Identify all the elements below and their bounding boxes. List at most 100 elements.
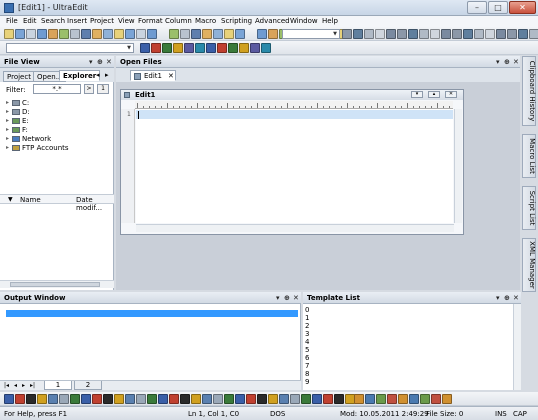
toolbar-button-icon[interactable] xyxy=(147,394,157,404)
toolbar-button-icon[interactable] xyxy=(140,43,150,53)
menu-view[interactable]: View xyxy=(118,17,135,25)
side-tab-xml[interactable]: XML Manager xyxy=(522,238,536,292)
toolbar-button-icon[interactable] xyxy=(217,43,227,53)
toolbar-button-icon[interactable] xyxy=(202,394,212,404)
pin-icon[interactable]: ⊕ xyxy=(284,294,290,302)
toolbar-button-icon[interactable] xyxy=(92,29,102,39)
toolbar-button-icon[interactable] xyxy=(70,394,80,404)
tab-explorer[interactable]: Explorer xyxy=(59,70,101,81)
toolbar-button-icon[interactable] xyxy=(419,29,429,39)
toolbar-button-icon[interactable] xyxy=(158,394,168,404)
toolbar-button-icon[interactable] xyxy=(409,394,419,404)
toolbar-button-icon[interactable] xyxy=(48,394,58,404)
toolbar-button-icon[interactable] xyxy=(257,394,267,404)
toolbar-button-icon[interactable] xyxy=(398,394,408,404)
toolbar-button-icon[interactable] xyxy=(4,29,14,39)
toolbar-button-icon[interactable] xyxy=(353,29,363,39)
menu-scripting[interactable]: Scripting xyxy=(221,17,252,25)
next-tab-icon[interactable]: ▸ xyxy=(22,382,25,389)
toolbar-button-icon[interactable] xyxy=(206,43,216,53)
scroll-thumb[interactable] xyxy=(10,282,100,287)
toolbar-button-icon[interactable] xyxy=(430,29,440,39)
toolbar-button-icon[interactable] xyxy=(173,43,183,53)
toolbar-button-icon[interactable] xyxy=(103,394,113,404)
close-icon[interactable]: ✕ xyxy=(513,294,519,302)
toolbar-button-icon[interactable] xyxy=(191,29,201,39)
file-list-hscroll[interactable] xyxy=(0,280,114,288)
toolbar-button-icon[interactable] xyxy=(169,29,179,39)
toolbar-button-icon[interactable] xyxy=(268,29,278,39)
toolbar-button-icon[interactable] xyxy=(59,29,69,39)
tab-project[interactable]: Project xyxy=(3,71,35,82)
toolbar-button-icon[interactable] xyxy=(496,29,506,39)
template-item[interactable]: 9 xyxy=(305,378,309,386)
toolbar-button-icon[interactable] xyxy=(354,394,364,404)
menu-format[interactable]: Format xyxy=(138,17,163,25)
toolbar-button-icon[interactable] xyxy=(70,29,80,39)
toolbar-button-icon[interactable] xyxy=(408,29,418,39)
template-item[interactable]: 0 xyxy=(305,306,309,314)
menu-window[interactable]: Window xyxy=(290,17,318,25)
toolbar-button-icon[interactable] xyxy=(184,43,194,53)
pin-icon[interactable]: ⊕ xyxy=(504,58,510,66)
editor-vscroll[interactable] xyxy=(454,109,462,223)
toolbar-combo-right[interactable]: ▼ xyxy=(282,29,340,39)
last-tab-icon[interactable]: ▸| xyxy=(30,382,35,389)
mdi-close-button[interactable]: ✕ xyxy=(445,91,457,98)
toolbar-button-icon[interactable] xyxy=(59,394,69,404)
menu-search[interactable]: Search xyxy=(41,17,65,25)
toolbar-button-icon[interactable] xyxy=(420,394,430,404)
editor-hscroll[interactable] xyxy=(136,224,454,232)
toolbar-button-icon[interactable] xyxy=(507,29,517,39)
menu-edit[interactable]: Edit xyxy=(23,17,37,25)
toolbar-button-icon[interactable] xyxy=(147,29,157,39)
toolbar-button-icon[interactable] xyxy=(474,29,484,39)
toolbar-button-icon[interactable] xyxy=(169,394,179,404)
minimize-button[interactable]: – xyxy=(467,1,487,14)
toolbar-button-icon[interactable] xyxy=(180,29,190,39)
template-vscroll[interactable] xyxy=(513,304,521,390)
output-tab-2[interactable]: 2 xyxy=(74,381,102,390)
panel-menu-icon[interactable]: ▾ xyxy=(496,294,500,302)
toolbar-button-icon[interactable] xyxy=(442,394,452,404)
template-item[interactable]: 4 xyxy=(305,338,309,346)
pin-icon[interactable]: ⊕ xyxy=(97,58,103,66)
template-item[interactable]: 5 xyxy=(305,346,309,354)
template-item[interactable]: 2 xyxy=(305,322,309,330)
template-item[interactable]: 8 xyxy=(305,370,309,378)
mdi-restore-button[interactable]: ▴ xyxy=(428,91,440,98)
toolbar-button-icon[interactable] xyxy=(92,394,102,404)
pin-icon[interactable]: ⊕ xyxy=(504,294,510,302)
toolbar-button-icon[interactable] xyxy=(250,43,260,53)
toolbar-button-icon[interactable] xyxy=(224,29,234,39)
tab-prev-icon[interactable]: ◂ xyxy=(96,71,100,79)
toolbar-button-icon[interactable] xyxy=(228,43,238,53)
toolbar-button-icon[interactable] xyxy=(125,29,135,39)
status-format[interactable]: DOS xyxy=(270,410,285,418)
toolbar-button-icon[interactable] xyxy=(114,394,124,404)
toolbar-button-icon[interactable] xyxy=(431,394,441,404)
template-item[interactable]: 1 xyxy=(305,314,309,322)
toolbar-button-icon[interactable] xyxy=(485,29,495,39)
toolbar-button-icon[interactable] xyxy=(261,43,271,53)
menu-column[interactable]: Column xyxy=(165,17,192,25)
close-tab-icon[interactable]: ✕ xyxy=(168,72,174,80)
toolbar-button-icon[interactable] xyxy=(37,29,47,39)
toolbar-button-icon[interactable] xyxy=(162,43,172,53)
toolbar-button-icon[interactable] xyxy=(312,394,322,404)
mdi-minimize-button[interactable]: ▾ xyxy=(411,91,423,98)
toolbar-button-icon[interactable] xyxy=(202,29,212,39)
toolbar-button-icon[interactable] xyxy=(15,394,25,404)
toolbar-button-icon[interactable] xyxy=(364,29,374,39)
panel-menu-icon[interactable]: ▾ xyxy=(276,294,280,302)
toolbar-button-icon[interactable] xyxy=(26,29,36,39)
toolbar-button-icon[interactable] xyxy=(235,29,245,39)
toolbar-button-icon[interactable] xyxy=(257,29,267,39)
toolbar-button-icon[interactable] xyxy=(195,43,205,53)
toolbar-button-icon[interactable] xyxy=(301,394,311,404)
toolbar-button-icon[interactable] xyxy=(452,29,462,39)
column-date[interactable]: Date modif... xyxy=(76,196,114,212)
menu-advanced[interactable]: Advanced xyxy=(255,17,290,25)
toolbar-button-icon[interactable] xyxy=(151,43,161,53)
toolbar-button-icon[interactable] xyxy=(114,29,124,39)
